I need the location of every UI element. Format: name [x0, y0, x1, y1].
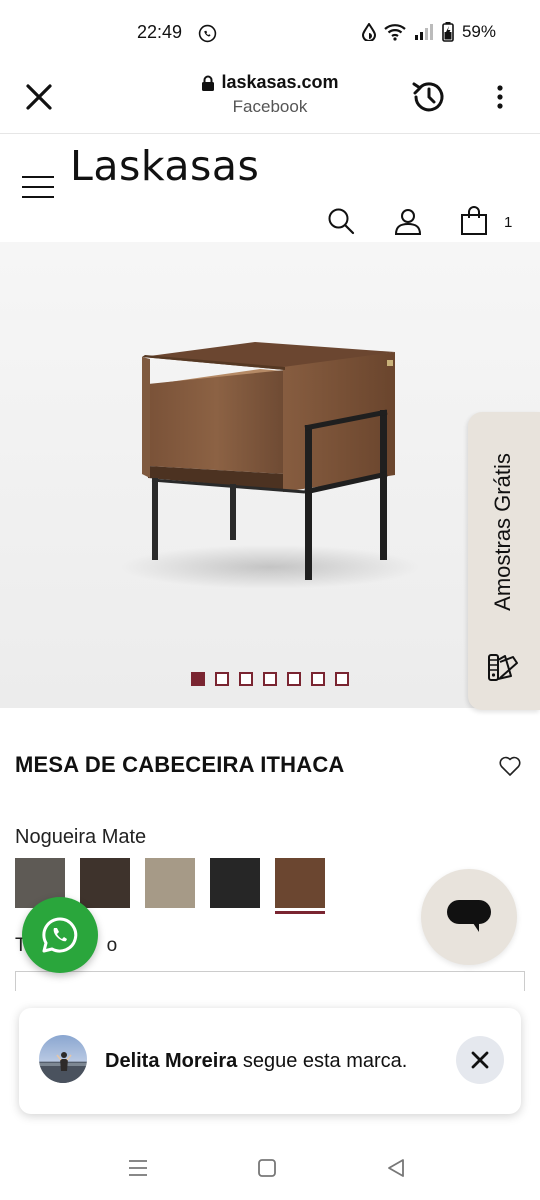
home-icon[interactable]: [255, 1156, 279, 1180]
battery-percent: 59%: [461, 22, 496, 41]
lock-icon: [202, 75, 215, 91]
cart-count-badge: 1: [504, 214, 513, 231]
nightstand-product-image: [0, 242, 540, 708]
product-title: MESA DE CABECEIRA ITHACA: [15, 752, 345, 777]
hamburger-menu-icon[interactable]: [22, 176, 54, 200]
gallery-dot[interactable]: [263, 672, 277, 686]
free-samples-tab[interactable]: Amostras Grátis: [468, 412, 540, 710]
browser-toolbar: laskasas.com Facebook: [0, 66, 540, 134]
finish-label: Nogueira Mate: [15, 826, 147, 848]
gallery-dot[interactable]: [239, 672, 253, 686]
gallery-dot[interactable]: [215, 672, 229, 686]
whatsapp-chat-button[interactable]: [22, 897, 98, 973]
gallery-dot[interactable]: [287, 672, 301, 686]
finish-swatch[interactable]: [80, 858, 130, 908]
battery-charging-icon: [442, 22, 454, 42]
status-bar: 22:49 59%: [0, 0, 540, 66]
url-display[interactable]: laskasas.com Facebook: [150, 72, 390, 117]
url-domain: laskasas.com: [221, 72, 339, 92]
gallery-dot[interactable]: [191, 672, 205, 686]
heart-icon[interactable]: [498, 754, 522, 778]
data-saver-icon: [361, 23, 376, 41]
close-icon: [471, 1051, 489, 1069]
finish-swatch[interactable]: [275, 858, 325, 914]
free-samples-label: Amostras Grátis: [490, 453, 515, 611]
system-navigation-bar: [0, 1140, 540, 1200]
gallery-dot[interactable]: [335, 672, 349, 686]
recent-apps-icon[interactable]: [126, 1156, 150, 1180]
user-icon[interactable]: [393, 206, 423, 236]
search-icon[interactable]: [326, 206, 356, 236]
size-select[interactable]: [15, 971, 525, 991]
signal-icon: [414, 24, 433, 40]
product-image-gallery[interactable]: [0, 242, 540, 708]
finish-swatch[interactable]: [210, 858, 260, 908]
gallery-pagination: [191, 672, 349, 686]
live-chat-button[interactable]: [421, 869, 517, 965]
history-icon[interactable]: [410, 78, 448, 116]
avatar: [39, 1035, 87, 1083]
status-time: 22:49: [137, 22, 183, 42]
notification-message: segue esta marca.: [242, 1050, 408, 1072]
dismiss-notification-button[interactable]: [456, 1036, 504, 1084]
shopping-bag-icon[interactable]: [459, 206, 489, 236]
more-vertical-icon[interactable]: [488, 82, 512, 112]
close-icon[interactable]: [22, 80, 56, 114]
status-indicators: 59%: [361, 22, 496, 42]
site-header: Laskasas 1: [0, 134, 540, 242]
site-logo[interactable]: Laskasas: [70, 142, 259, 190]
notification-text: Delita Moreira segue esta marca.: [105, 1050, 407, 1073]
whatsapp-icon: [42, 917, 78, 953]
whatsapp-notification-icon: [198, 24, 217, 43]
gallery-dot[interactable]: [311, 672, 325, 686]
url-referrer: Facebook: [232, 97, 308, 116]
size-label-end: o: [106, 935, 118, 956]
wifi-icon: [384, 24, 406, 41]
finish-swatch[interactable]: [145, 858, 195, 908]
follower-name: Delita Moreira: [105, 1050, 238, 1072]
color-swatch-fan-icon: [488, 654, 518, 681]
back-icon[interactable]: [384, 1156, 408, 1180]
chat-bubble-icon: [447, 900, 491, 932]
follow-notification: Delita Moreira segue esta marca.: [19, 1008, 521, 1114]
